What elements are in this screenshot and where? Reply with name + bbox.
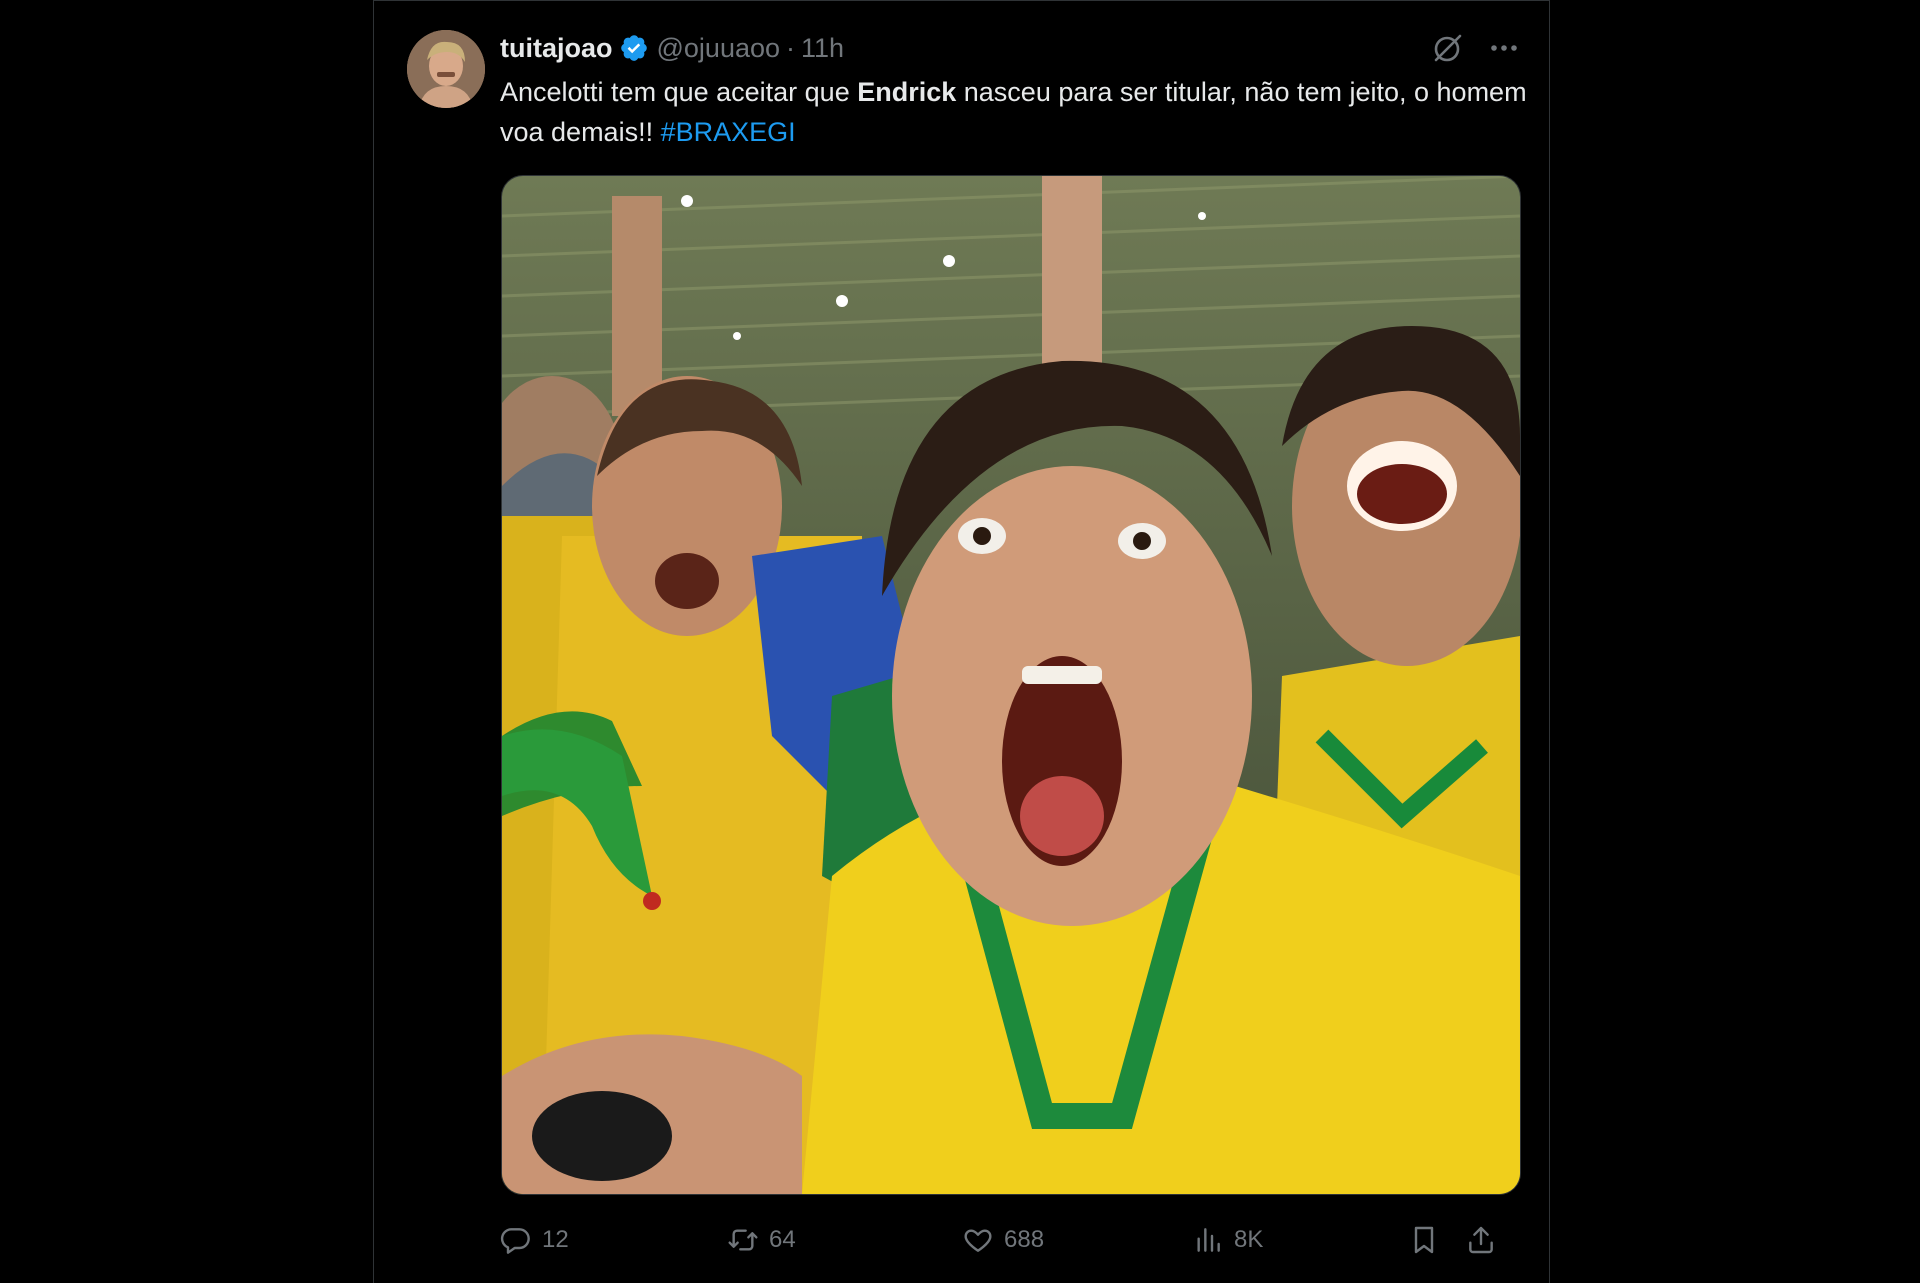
celebrating-fans-image	[502, 176, 1520, 1194]
tweet-text-bold: Endrick	[857, 77, 957, 107]
share-icon	[1469, 1226, 1493, 1254]
view-count: 8K	[1234, 1226, 1264, 1253]
bookmark-icon	[1414, 1226, 1434, 1254]
avatar[interactable]	[407, 30, 485, 108]
like-button[interactable]: 688	[962, 1220, 1044, 1260]
tweet-text: Ancelotti tem que aceitar que Endrick na…	[500, 72, 1530, 152]
reply-icon	[500, 1228, 530, 1254]
tweet-text-part1: Ancelotti tem que aceitar que	[500, 77, 858, 107]
display-name[interactable]: tuitajoao	[500, 33, 613, 64]
handle[interactable]: @ojuuaoo	[657, 33, 781, 64]
divider	[374, 0, 1549, 1]
hashtag-link[interactable]: #BRAXEGI	[661, 117, 796, 147]
like-count: 688	[1004, 1226, 1045, 1253]
tweet-image[interactable]	[501, 175, 1521, 1195]
tweet-header: tuitajoao @ojuuaoo · 11h	[500, 32, 844, 64]
retweet-button[interactable]: 64	[727, 1220, 796, 1260]
tweet-column: tuitajoao @ojuuaoo · 11h Ancelotti tem q…	[373, 0, 1550, 1283]
verified-badge-icon	[620, 35, 647, 61]
bookmark-button[interactable]	[1408, 1220, 1440, 1260]
more-icon[interactable]	[1484, 30, 1524, 66]
separator-dot: ·	[786, 32, 796, 63]
views-icon	[1197, 1228, 1220, 1252]
retweet-count: 64	[769, 1226, 796, 1253]
timestamp[interactable]: 11h	[801, 33, 844, 64]
share-button[interactable]	[1465, 1220, 1497, 1260]
tweet-actions: 12 64 688 8K	[500, 1220, 1530, 1260]
reply-count: 12	[542, 1226, 569, 1253]
retweet-icon	[728, 1229, 758, 1251]
views-button[interactable]: 8K	[1192, 1220, 1263, 1260]
grok-icon[interactable]	[1430, 30, 1466, 66]
avatar-image	[407, 30, 485, 108]
heart-icon	[964, 1229, 992, 1252]
reply-button[interactable]: 12	[500, 1220, 569, 1260]
